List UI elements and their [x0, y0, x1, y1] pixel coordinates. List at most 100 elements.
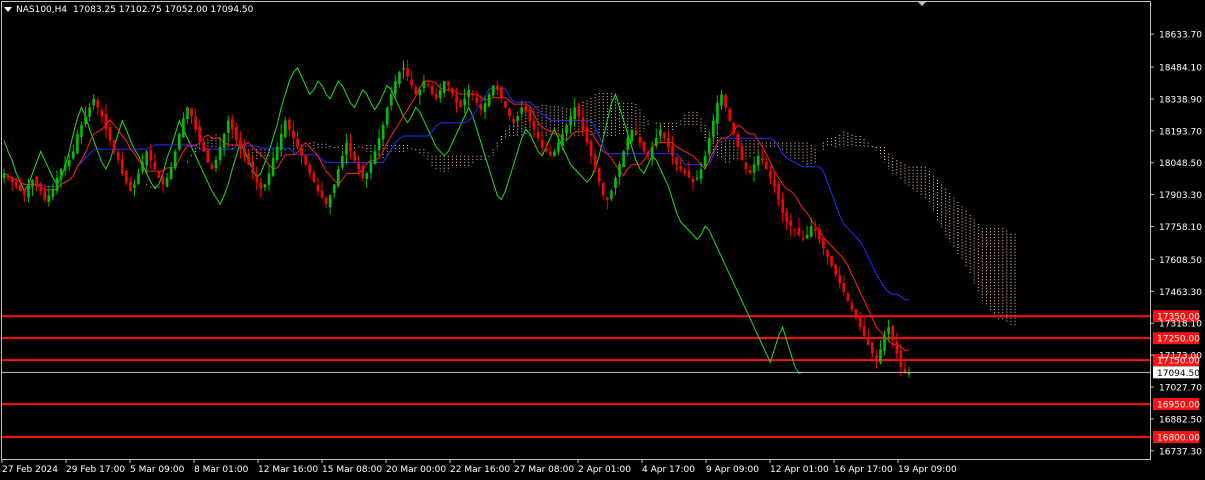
candle-body: [230, 119, 234, 130]
candle-body: [161, 177, 165, 185]
candle-body: [145, 151, 148, 166]
candle-body: [818, 228, 821, 240]
candle-body: [67, 160, 71, 167]
candle-body: [279, 133, 283, 151]
candle-body: [35, 176, 38, 187]
candle-body: [459, 100, 462, 108]
candle-body: [345, 142, 348, 155]
candle-body: [141, 162, 144, 172]
candle-body: [777, 184, 780, 200]
symbol-timeframe: NAS100,H4: [16, 5, 67, 15]
candle-body: [226, 120, 230, 133]
candle-body: [724, 95, 727, 108]
candle-body: [561, 133, 564, 146]
candle-body: [324, 198, 328, 205]
candle-body: [781, 199, 784, 213]
candle-body: [597, 168, 601, 183]
candle-body: [31, 179, 34, 187]
candle-body: [410, 79, 413, 86]
time-tick-label: 16 Apr 17:00: [834, 465, 893, 475]
candle-body: [862, 326, 866, 336]
candle-body: [667, 138, 670, 148]
candle-body: [112, 140, 116, 152]
candle-body: [288, 119, 291, 130]
candle-body: [80, 125, 83, 137]
candle-body: [19, 184, 22, 191]
candle-body: [822, 238, 825, 249]
candle-body: [247, 153, 250, 165]
candle-body: [59, 168, 63, 179]
candle-body: [785, 211, 789, 222]
candle-body: [899, 350, 903, 367]
candle-body: [879, 349, 882, 363]
candle-body: [369, 162, 373, 173]
candle-body: [622, 151, 625, 168]
candle-body: [84, 116, 87, 125]
candle-body: [129, 181, 132, 191]
candle-body: [328, 195, 332, 208]
candle-body: [642, 141, 646, 152]
candle-body: [182, 118, 185, 138]
price-tick-label: 17903.30: [1159, 191, 1202, 201]
candle-body: [687, 170, 691, 178]
candle-body: [887, 327, 890, 334]
candle-body: [190, 108, 193, 117]
candle-body: [255, 174, 259, 183]
time-tick-label: 9 Apr 09:00: [706, 465, 759, 475]
candle-body: [124, 170, 128, 183]
price-tick-label: 17318.10: [1159, 320, 1202, 330]
candle-body: [206, 148, 210, 163]
candle-body: [716, 103, 719, 124]
candle-body: [614, 177, 617, 188]
candle-body: [495, 85, 499, 90]
candle-body: [756, 155, 760, 166]
candle-body: [442, 81, 446, 93]
candle-body: [765, 161, 768, 169]
candle-body: [748, 170, 752, 174]
candle-body: [300, 148, 303, 156]
candle-body: [728, 109, 731, 121]
price-tick-label: 18484.10: [1159, 64, 1202, 74]
candle-body: [275, 147, 279, 160]
candle-body: [512, 118, 515, 123]
candle-body: [463, 98, 466, 106]
candle-body: [593, 155, 597, 169]
time-tick-label: 2 Apr 01:00: [578, 465, 631, 475]
candle-body: [504, 101, 507, 108]
price-tick-label: 17027.70: [1159, 384, 1202, 394]
candle-body: [194, 116, 197, 130]
price-chart[interactable]: 17350.0017250.0017150.0016950.0016800.00…: [0, 0, 1205, 480]
candle-body: [381, 125, 385, 140]
candle-body: [43, 190, 47, 200]
chart-header: NAS100,H4 17083.25 17102.75 17052.00 170…: [4, 5, 254, 15]
candle-body: [304, 155, 307, 165]
candle-body: [760, 158, 764, 161]
candle-body: [377, 138, 381, 151]
candle-body: [712, 120, 715, 137]
time-tick-label: 12 Apr 01:00: [770, 465, 829, 475]
candle-body: [6, 175, 10, 178]
candle-body: [63, 164, 67, 171]
candle-body: [813, 228, 817, 231]
time-tick-label: 12 Mar 16:00: [258, 465, 318, 475]
candle-body: [826, 250, 829, 257]
candle-body: [601, 182, 605, 196]
candle-body: [626, 138, 630, 150]
candle-body: [891, 325, 894, 341]
candle-body: [577, 104, 581, 117]
candle-body: [699, 168, 703, 179]
candle-body: [153, 161, 157, 169]
candle-body: [353, 151, 356, 161]
candle-body: [177, 133, 181, 150]
candle-body: [528, 110, 532, 121]
candle-body: [76, 133, 79, 154]
candle-body: [850, 302, 854, 310]
candle-body: [157, 172, 161, 178]
candle-body: [104, 113, 108, 130]
candle-body: [834, 264, 837, 275]
chart-background: [0, 0, 1205, 480]
candle-body: [361, 165, 365, 178]
candle-body: [320, 190, 324, 198]
candle-body: [341, 155, 344, 168]
candle-body: [606, 197, 609, 200]
